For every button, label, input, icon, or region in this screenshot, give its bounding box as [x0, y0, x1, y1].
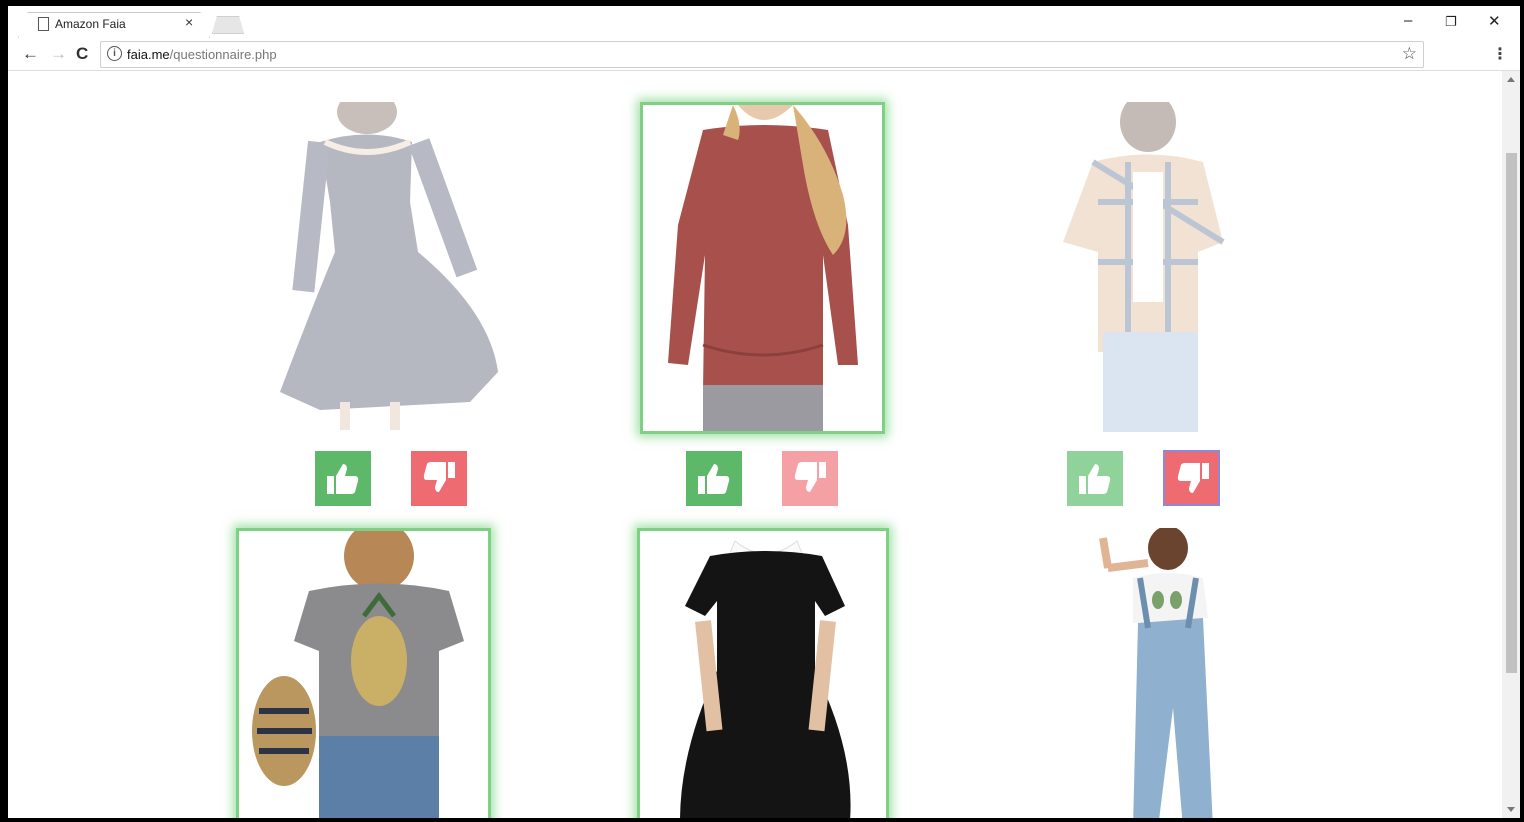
thumbs-down-icon — [423, 462, 455, 492]
minimize-icon[interactable]: – — [1404, 12, 1412, 29]
pineapple-tee-illustration — [252, 531, 464, 818]
kebab-menu-icon[interactable]: ⋮ — [1492, 44, 1508, 64]
dislike-button-plaid-shirt[interactable] — [1163, 450, 1220, 506]
lace-dress-illustration — [280, 102, 498, 430]
collar-dress-illustration — [680, 540, 851, 818]
scrollbar-thumb[interactable] — [1506, 153, 1517, 673]
product-image-collar-dress[interactable] — [637, 528, 889, 818]
title-bar: Amazon Faia × – ❐ ✕ — [8, 6, 1520, 38]
alien-overalls-illustration — [1099, 528, 1213, 818]
thumbs-up-icon — [327, 464, 359, 494]
product-image-plaid-shirt[interactable] — [1048, 102, 1238, 432]
browser-toolbar: ← → C i faia.me/questionnaire.php ☆ ⋮ — [8, 38, 1520, 71]
thumbs-up-icon — [698, 464, 730, 494]
reload-icon[interactable]: C — [76, 44, 88, 64]
url-text[interactable]: faia.me/questionnaire.php — [127, 47, 277, 62]
product-image-lace-dress[interactable] — [240, 102, 516, 432]
tab-close-icon[interactable]: × — [185, 14, 193, 30]
like-button-lace-dress[interactable] — [315, 451, 371, 506]
thumbs-down-icon — [1177, 463, 1209, 493]
url-path: /questionnaire.php — [169, 47, 277, 62]
product-image-red-long-sleeve-top[interactable] — [640, 102, 885, 434]
close-window-icon[interactable]: ✕ — [1488, 12, 1501, 30]
star-icon[interactable]: ☆ — [1402, 44, 1417, 64]
plaid-shirt-illustration — [1063, 102, 1225, 432]
like-button-red-long-sleeve-top[interactable] — [686, 451, 742, 506]
dislike-button-red-long-sleeve-top[interactable] — [782, 451, 838, 506]
thumbs-down-icon — [794, 462, 826, 492]
url-host: faia.me — [127, 47, 170, 62]
scroll-down-icon[interactable] — [1507, 807, 1515, 812]
address-bar[interactable]: i faia.me/questionnaire.php ☆ — [100, 41, 1424, 68]
questionnaire-page — [8, 71, 1502, 818]
vertical-scrollbar[interactable] — [1502, 71, 1520, 818]
product-image-alien-crop-overalls[interactable] — [1088, 528, 1238, 818]
page-icon — [38, 17, 49, 31]
dislike-button-lace-dress[interactable] — [411, 451, 467, 506]
restore-icon[interactable]: ❐ — [1445, 14, 1457, 30]
thumbs-up-icon — [1079, 464, 1111, 494]
product-image-pineapple-tee[interactable] — [236, 528, 491, 818]
tab-title[interactable]: Amazon Faia — [55, 17, 126, 31]
browser-window: Amazon Faia × – ❐ ✕ ← → C i faia.me/ques… — [8, 6, 1520, 818]
info-icon[interactable]: i — [107, 46, 122, 61]
scroll-up-icon[interactable] — [1507, 77, 1515, 82]
red-top-illustration — [668, 105, 858, 431]
forward-arrow-icon[interactable]: → — [50, 44, 67, 64]
back-arrow-icon[interactable]: ← — [22, 44, 39, 64]
like-button-plaid-shirt[interactable] — [1067, 451, 1123, 506]
new-tab-button[interactable] — [212, 16, 244, 34]
